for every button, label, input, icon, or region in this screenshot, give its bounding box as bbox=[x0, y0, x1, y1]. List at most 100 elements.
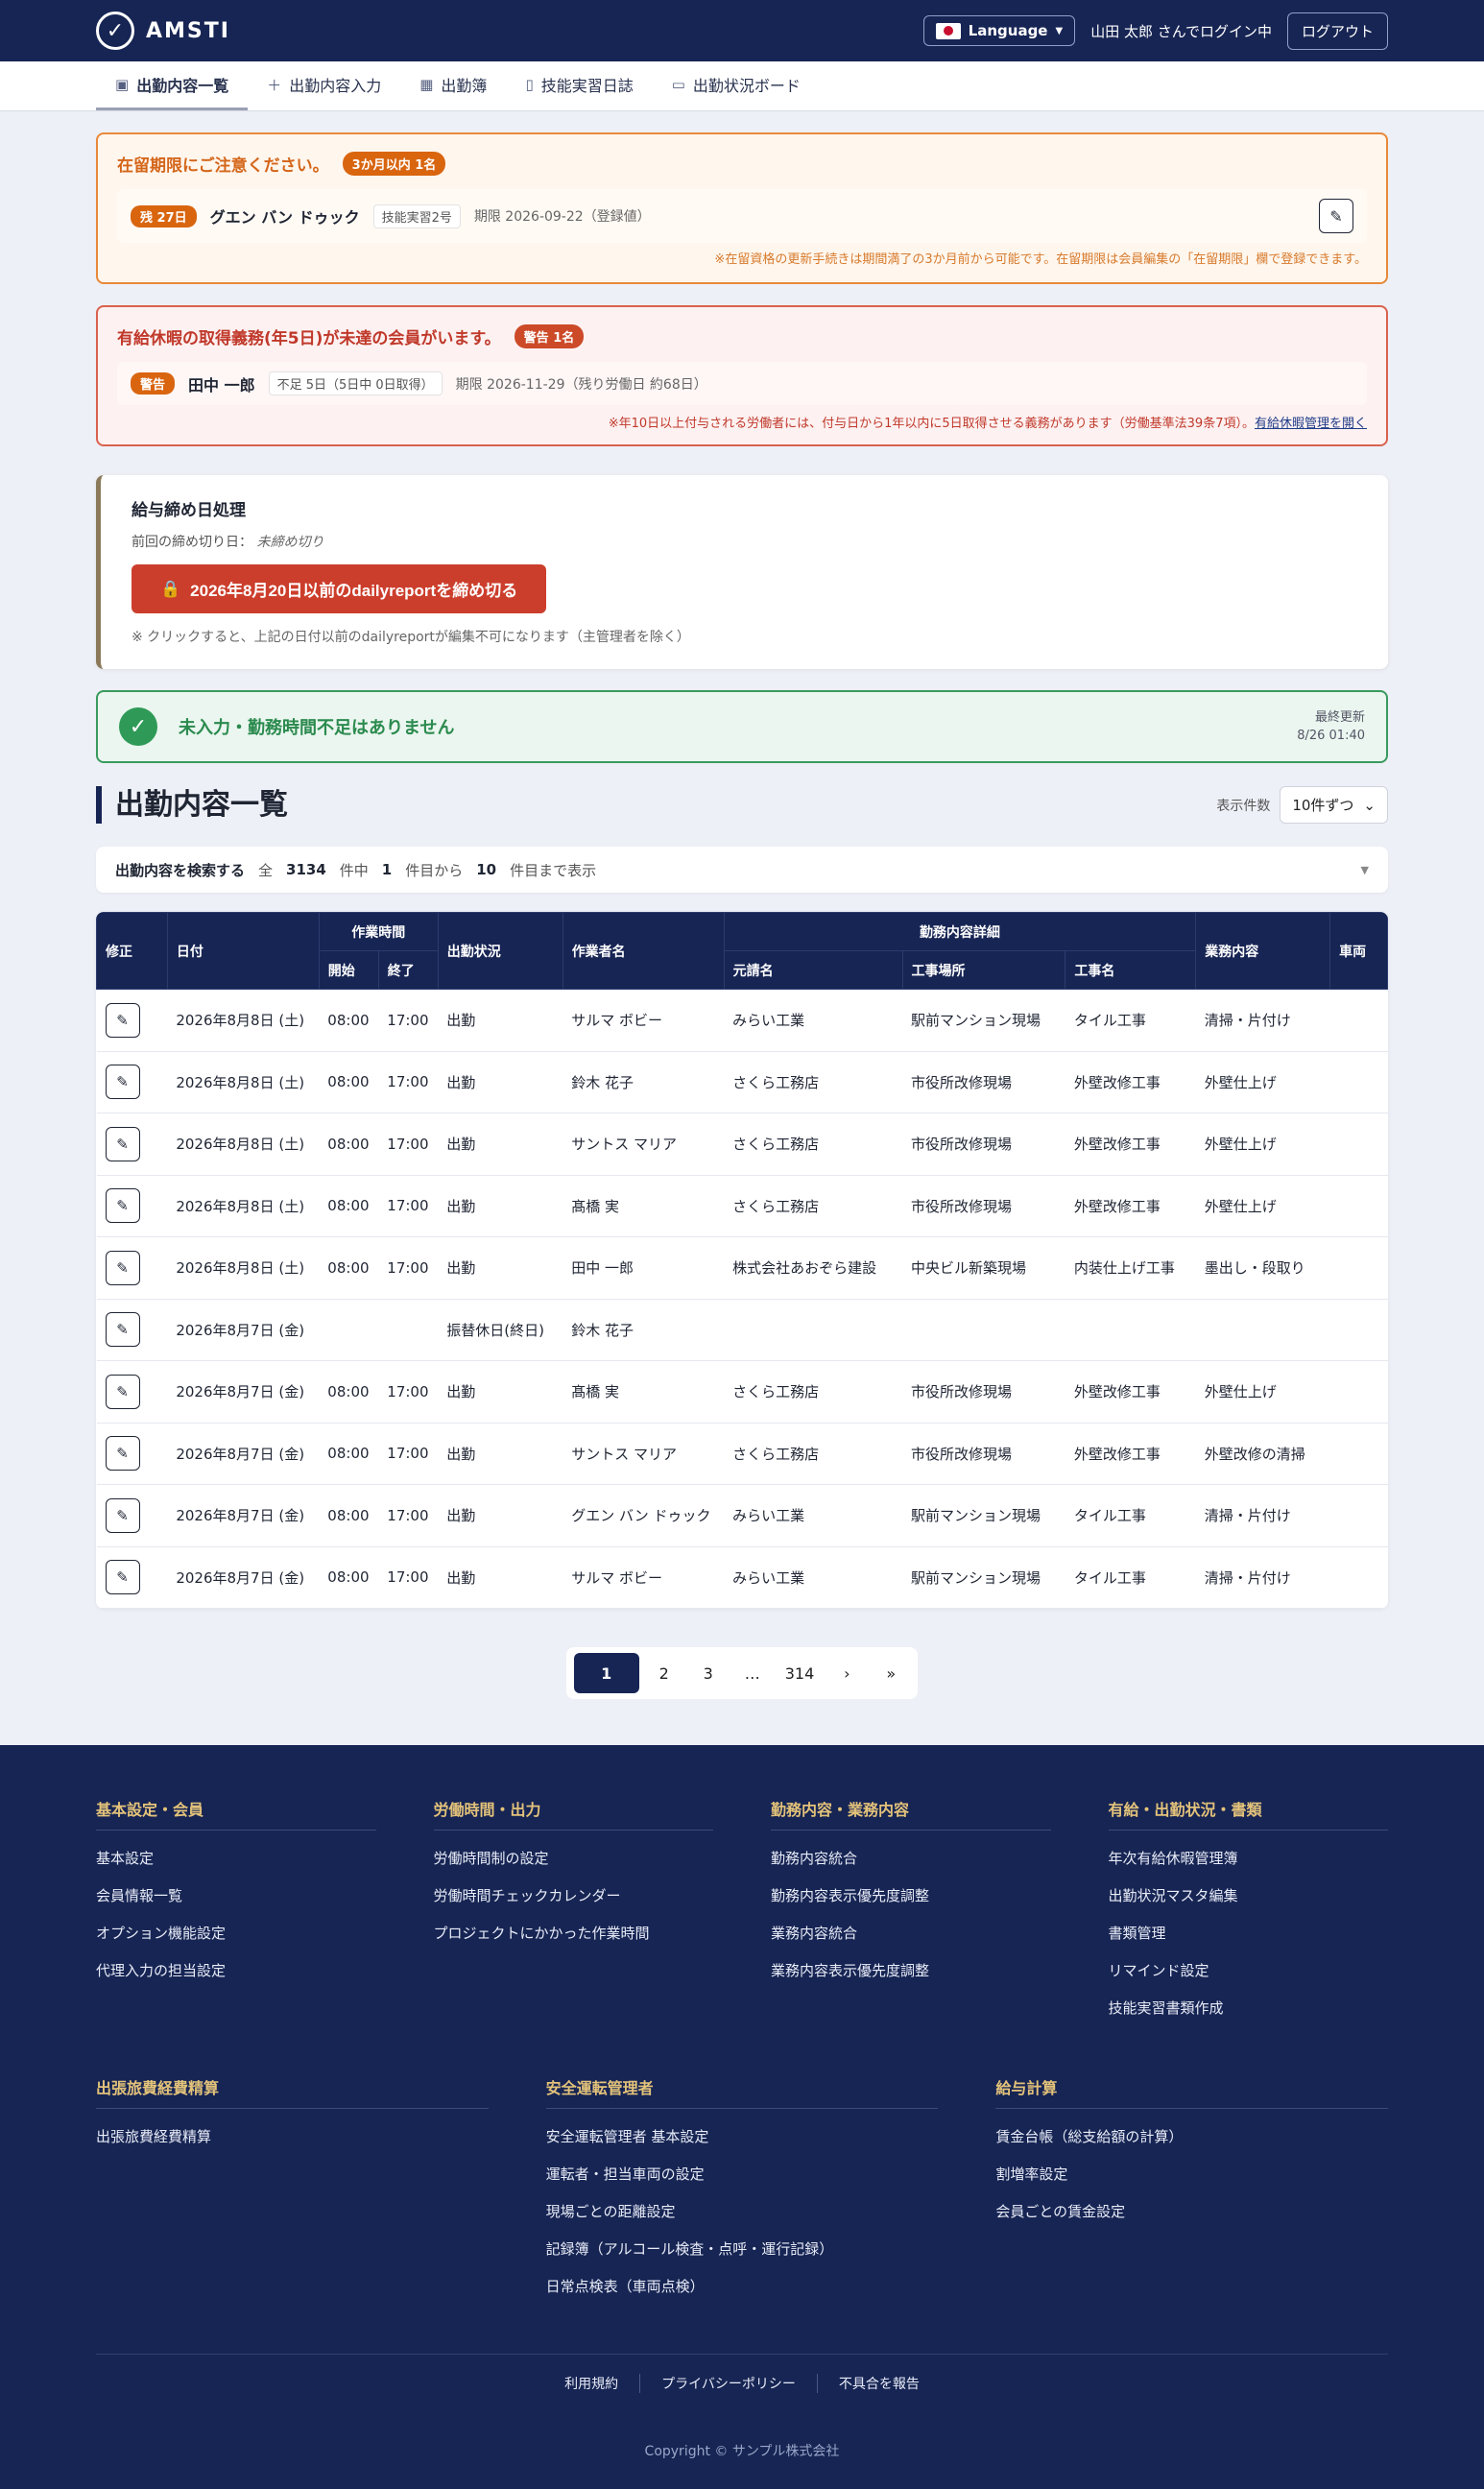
page-1-button[interactable]: 1 bbox=[573, 1653, 639, 1693]
pencil-icon: ✎ bbox=[1329, 206, 1343, 226]
th-vehicle: 車両 bbox=[1329, 912, 1388, 990]
tab-training-diary[interactable]: ▯ 技能実習日誌 bbox=[506, 61, 652, 110]
cell-task: 外壁改修の清掃 bbox=[1195, 1423, 1330, 1485]
footer-link[interactable]: 割増率設定 bbox=[995, 2164, 1388, 2184]
table-row: ✎ 2026年8月8日 (土) 08:00 17:00 出勤 髙橋 実さくら工務店 市役所改… bbox=[96, 1175, 1388, 1237]
edit-row-button[interactable]: ✎ bbox=[105, 1560, 140, 1595]
footer-link[interactable]: 代理入力の担当設定 bbox=[96, 1960, 376, 1980]
cell-start: 08:00 bbox=[319, 989, 379, 1052]
cell-site: 市役所改修現場 bbox=[902, 1360, 1065, 1424]
cell-end: 17:00 bbox=[378, 1175, 439, 1237]
footer-link[interactable]: 書類管理 bbox=[1109, 1923, 1389, 1943]
footer-link[interactable]: 労働時間制の設定 bbox=[434, 1848, 714, 1868]
cell-date: 2026年8月8日 (土) bbox=[167, 989, 320, 1052]
cell-contractor: みらい工業 bbox=[724, 989, 902, 1052]
close-reports-button[interactable]: 🔒 2026年8月20日以前のdailyreportを締め切る bbox=[132, 564, 547, 613]
open-leave-management-link[interactable]: 有給休暇管理を開く bbox=[1255, 417, 1367, 431]
footer-link[interactable]: 現場ごとの距離設定 bbox=[546, 2201, 939, 2221]
per-page-select[interactable]: 10件ずつ ⌄ bbox=[1280, 786, 1388, 824]
footer-link[interactable]: 日常点検表（車両点検） bbox=[546, 2276, 939, 2296]
cell-status: 出勤 bbox=[438, 989, 563, 1052]
no-issues-text: 未入力・勤務時間不足はありません bbox=[179, 718, 455, 738]
footer-link[interactable]: 労働時間チェックカレンダー bbox=[434, 1885, 714, 1905]
footer-column: 安全運転管理者 安全運転管理者 基本設定 運転者・担当車両の設定 現場ごとの距離設定記… bbox=[545, 2075, 939, 2313]
footer-link[interactable]: 安全運転管理者 基本設定 bbox=[546, 2126, 939, 2146]
footer-link[interactable]: プロジェクトにかかった作業時間 bbox=[434, 1923, 714, 1943]
footer-link[interactable]: 年次有給休暇管理簿 bbox=[1109, 1848, 1389, 1868]
visa-due-date: 期限 2026-09-22（登録値） bbox=[473, 209, 651, 225]
language-selector[interactable]: Language ▼ bbox=[922, 15, 1076, 46]
footer-link[interactable]: 出張旅費経費精算 bbox=[96, 2126, 489, 2146]
terms-link[interactable]: 利用規約 bbox=[543, 2374, 641, 2393]
cell-worker: 髙橋 実 bbox=[562, 1175, 725, 1237]
last-updated-value: 8/26 01:40 bbox=[1297, 729, 1365, 743]
edit-cell: ✎ bbox=[96, 1546, 168, 1609]
leave-shortage-chip: 不足 5日（5日中 0日取得） bbox=[268, 371, 443, 395]
footer-link[interactable]: 勤務内容表示優先度調整 bbox=[771, 1885, 1051, 1905]
member-name: グエン バン ドゥック bbox=[209, 208, 360, 227]
search-total: 3134 bbox=[286, 861, 326, 878]
cell-start: 08:00 bbox=[319, 1423, 379, 1485]
page-button-4[interactable]: 314 bbox=[778, 1653, 823, 1693]
cell-site: 市役所改修現場 bbox=[902, 1113, 1065, 1176]
cell-status: 出勤 bbox=[438, 1236, 563, 1300]
close-reports-label: 2026年8月20日以前のdailyreportを締め切る bbox=[190, 582, 518, 600]
footer-link[interactable]: 勤務内容統合 bbox=[771, 1848, 1051, 1868]
cell-status: 出勤 bbox=[438, 1051, 563, 1113]
footer-link[interactable]: 賃金台帳（総支給額の計算） bbox=[995, 2126, 1388, 2146]
footer-link[interactable]: 業務内容統合 bbox=[771, 1923, 1051, 1943]
tab-status-board[interactable]: ▭ 出勤状況ボード bbox=[653, 61, 820, 110]
edit-member-button[interactable]: ✎ bbox=[1319, 199, 1353, 233]
cell-vehicle bbox=[1329, 1113, 1388, 1176]
calendar-icon: ▣ bbox=[115, 76, 130, 93]
edit-row-button[interactable]: ✎ bbox=[105, 1312, 140, 1348]
brand[interactable]: ✓ AMSTI bbox=[96, 12, 230, 50]
footer-link[interactable]: 出勤状況マスタ編集 bbox=[1109, 1885, 1389, 1905]
footer-link[interactable]: 基本設定 bbox=[96, 1848, 376, 1868]
footer-link[interactable]: リマインド設定 bbox=[1109, 1960, 1389, 1980]
footer-link[interactable]: 記録簿（アルコール検査・点呼・運行記録） bbox=[546, 2238, 939, 2259]
page-button-2[interactable]: 3 bbox=[689, 1653, 728, 1693]
footer-link[interactable]: オプション機能設定 bbox=[96, 1923, 376, 1943]
pencil-icon: ✎ bbox=[116, 1197, 129, 1215]
footer-link[interactable]: 会員情報一覧 bbox=[96, 1885, 376, 1905]
footer-link[interactable]: 会員ごとの賃金設定 bbox=[995, 2201, 1388, 2221]
cell-site: 駅前マンション現場 bbox=[902, 1484, 1065, 1547]
cell-task: 外壁仕上げ bbox=[1195, 1051, 1330, 1113]
report-bug-link[interactable]: 不具合を報告 bbox=[818, 2374, 941, 2393]
edit-row-button[interactable]: ✎ bbox=[105, 1126, 140, 1161]
edit-row-button[interactable]: ✎ bbox=[105, 1374, 140, 1409]
cell-start: 08:00 bbox=[319, 1360, 379, 1424]
tab-label: 出勤簿 bbox=[441, 77, 488, 95]
cell-vehicle bbox=[1329, 1236, 1388, 1300]
th-contractor: 元請名 bbox=[723, 950, 903, 990]
page-title: 出勤内容一覧 bbox=[96, 786, 288, 824]
edit-row-button[interactable]: ✎ bbox=[105, 1188, 140, 1224]
cell-worker: グエン バン ドゥック bbox=[562, 1484, 725, 1547]
page-button-5[interactable]: › bbox=[827, 1653, 866, 1693]
copyright: Copyright © サンプル株式会社 bbox=[644, 2444, 840, 2459]
page-button-3: … bbox=[744, 1663, 760, 1683]
tab-attendance-list[interactable]: ▣ 出勤内容一覧 bbox=[96, 61, 249, 110]
edit-row-button[interactable]: ✎ bbox=[105, 1250, 140, 1285]
footer-link[interactable]: 技能実習書類作成 bbox=[1109, 1998, 1389, 2018]
footer-link[interactable]: 業務内容表示優先度調整 bbox=[771, 1960, 1051, 1980]
edit-row-button[interactable]: ✎ bbox=[105, 1497, 140, 1533]
th-worker: 作業者名 bbox=[562, 912, 725, 990]
footer-link[interactable]: 運転者・担当車両の設定 bbox=[546, 2164, 939, 2184]
logout-button[interactable]: ログアウト bbox=[1286, 12, 1388, 50]
page-button-1[interactable]: 2 bbox=[645, 1653, 683, 1693]
cell-worker: 鈴木 花子 bbox=[562, 1299, 725, 1361]
tab-attendance-book[interactable]: ▦ 出勤簿 bbox=[400, 61, 506, 110]
edit-row-button[interactable]: ✎ bbox=[105, 1436, 140, 1472]
edit-row-button[interactable]: ✎ bbox=[105, 1002, 140, 1038]
cell-worker: サントス マリア bbox=[562, 1423, 725, 1485]
leave-alert-badge: 警告 1名 bbox=[514, 324, 585, 348]
edit-row-button[interactable]: ✎ bbox=[105, 1065, 140, 1100]
search-toggle[interactable]: 出勤内容を検索する 全 3134 件中 1 件目から 10 件目まで表示 ▼ bbox=[96, 847, 1388, 893]
edit-cell: ✎ bbox=[96, 1236, 168, 1300]
privacy-link[interactable]: プライバシーポリシー bbox=[640, 2374, 818, 2393]
tab-attendance-input[interactable]: ＋ 出勤内容入力 bbox=[248, 61, 400, 110]
search-from-suffix: 件目から bbox=[405, 861, 464, 879]
page-button-6[interactable]: » bbox=[872, 1653, 910, 1693]
